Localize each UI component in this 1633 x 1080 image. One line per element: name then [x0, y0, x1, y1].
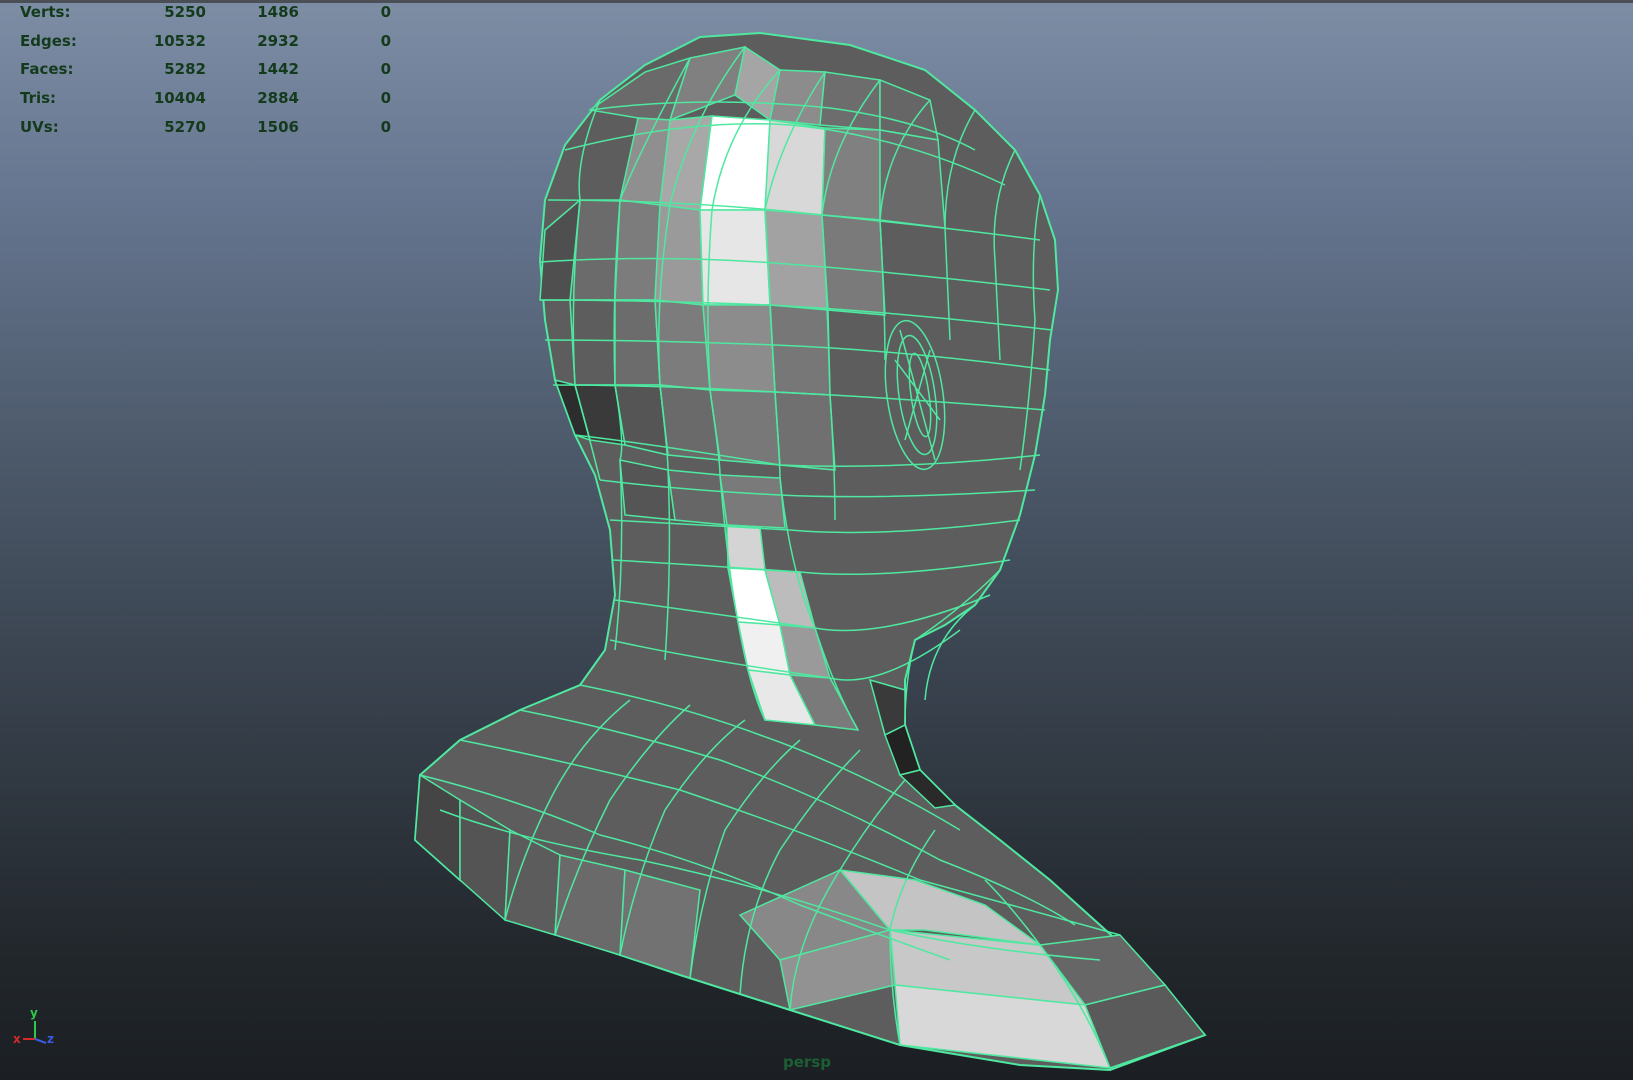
- hud-value-object: 2932: [257, 31, 299, 50]
- hud-value-selected: 0: [380, 60, 391, 79]
- axis-z-label: z: [47, 1032, 54, 1046]
- hud-value-selected: 0: [380, 117, 391, 136]
- hud-value-selected: 0: [380, 3, 391, 21]
- hud-label: UVs:: [20, 117, 59, 136]
- hud-row-verts: Verts: 5250 1486 0: [20, 2, 400, 31]
- hud-value-scene: 5270: [164, 117, 206, 136]
- axis-x-label: x: [13, 1032, 21, 1046]
- hud-row-edges: Edges: 10532 2932 0: [20, 31, 400, 60]
- hud-value-scene: 10532: [153, 31, 206, 50]
- hud-value-object: 1506: [257, 117, 299, 136]
- hud-value-object: 2884: [257, 89, 299, 108]
- hud-row-tris: Tris: 10404 2884 0: [20, 88, 400, 117]
- persp-viewport[interactable]: Verts: 5250 1486 0 Edges: 10532 2932 0 F…: [0, 0, 1633, 1080]
- hud-label: Verts:: [20, 3, 71, 21]
- hud-value-object: 1486: [257, 3, 299, 21]
- poly-count-hud: Verts: 5250 1486 0 Edges: 10532 2932 0 F…: [20, 2, 400, 145]
- hud-row-faces: Faces: 5282 1442 0: [20, 59, 400, 88]
- axis-y-label: y: [30, 1006, 38, 1020]
- hud-value-selected: 0: [380, 89, 391, 108]
- camera-name-label: persp: [783, 1053, 831, 1071]
- hud-value-scene: 5250: [164, 3, 206, 21]
- head-mesh[interactable]: [0, 0, 1633, 1080]
- hud-value-scene: 5282: [164, 60, 206, 79]
- hud-label: Faces:: [20, 60, 74, 79]
- hud-value-selected: 0: [380, 31, 391, 50]
- axis-gizmo-icon: y x z: [13, 1006, 54, 1046]
- hud-label: Edges:: [20, 31, 77, 50]
- hud-value-object: 1442: [257, 60, 299, 79]
- hud-value-scene: 10404: [153, 89, 206, 108]
- hud-row-uvs: UVs: 5270 1506 0: [20, 117, 400, 146]
- hud-label: Tris:: [20, 89, 57, 108]
